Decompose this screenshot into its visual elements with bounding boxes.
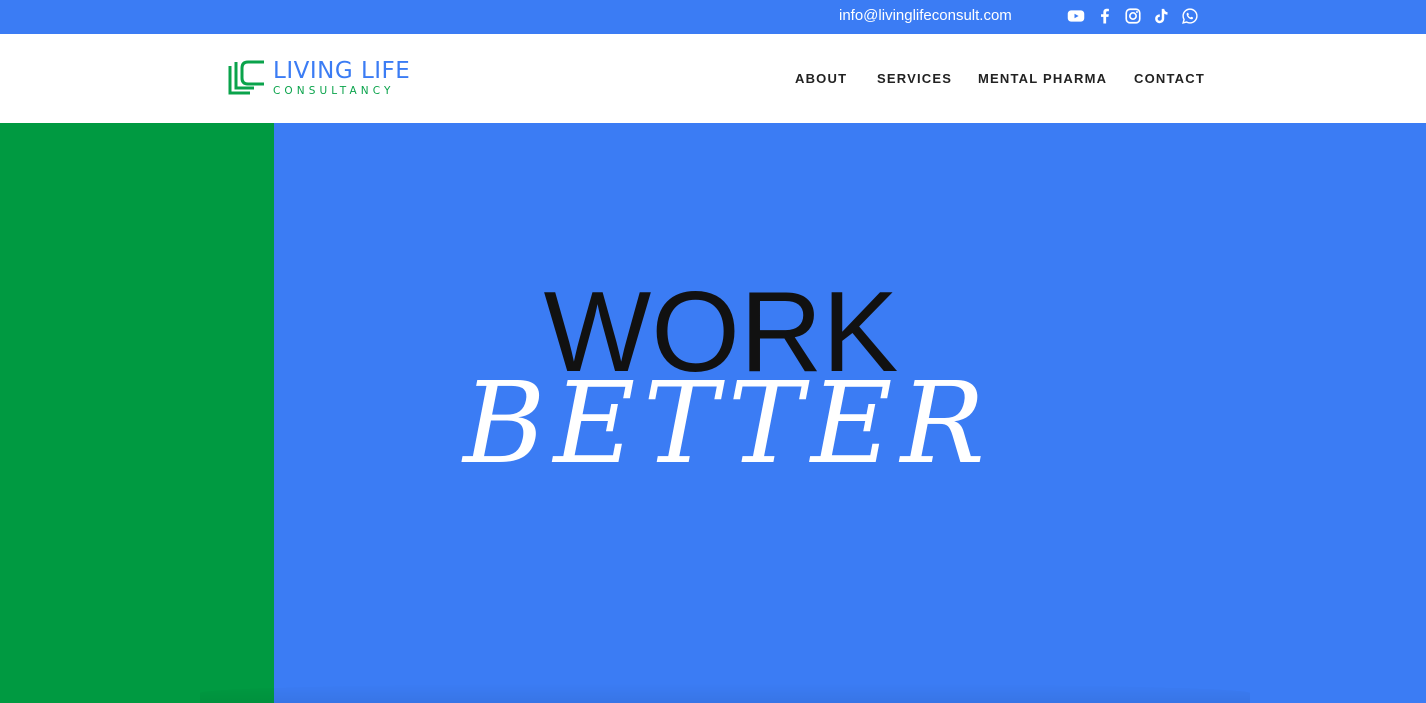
nav-about[interactable]: ABOUT: [795, 71, 847, 87]
logo-subtitle: CONSULTANCY: [273, 85, 395, 97]
logo-title: LIVING LIFE: [273, 58, 411, 84]
hero-section: WORK BETTER: [0, 123, 1426, 703]
facebook-icon[interactable]: [1096, 7, 1114, 25]
email-link[interactable]: info@livinglifeconsult.com: [839, 7, 1012, 25]
nav-services[interactable]: SERVICES: [877, 71, 952, 87]
hero-headline-better: BETTER: [463, 359, 993, 489]
youtube-icon[interactable]: [1067, 7, 1085, 25]
whatsapp-icon[interactable]: [1181, 7, 1199, 25]
site-logo[interactable]: LIVING LIFE CONSULTANCY: [224, 58, 434, 100]
tiktok-icon[interactable]: [1152, 7, 1170, 25]
nav-contact[interactable]: CONTACT: [1134, 71, 1205, 87]
top-bar: info@livinglifeconsult.com: [0, 0, 1426, 34]
hero-bottom-shadow: [200, 683, 1250, 703]
instagram-icon[interactable]: [1124, 7, 1142, 25]
nav-mental-pharma[interactable]: MENTAL PHARMA: [978, 71, 1107, 87]
site-header: LIVING LIFE CONSULTANCY ABOUT SERVICES M…: [0, 34, 1426, 123]
logo-mark-icon: [224, 60, 268, 98]
